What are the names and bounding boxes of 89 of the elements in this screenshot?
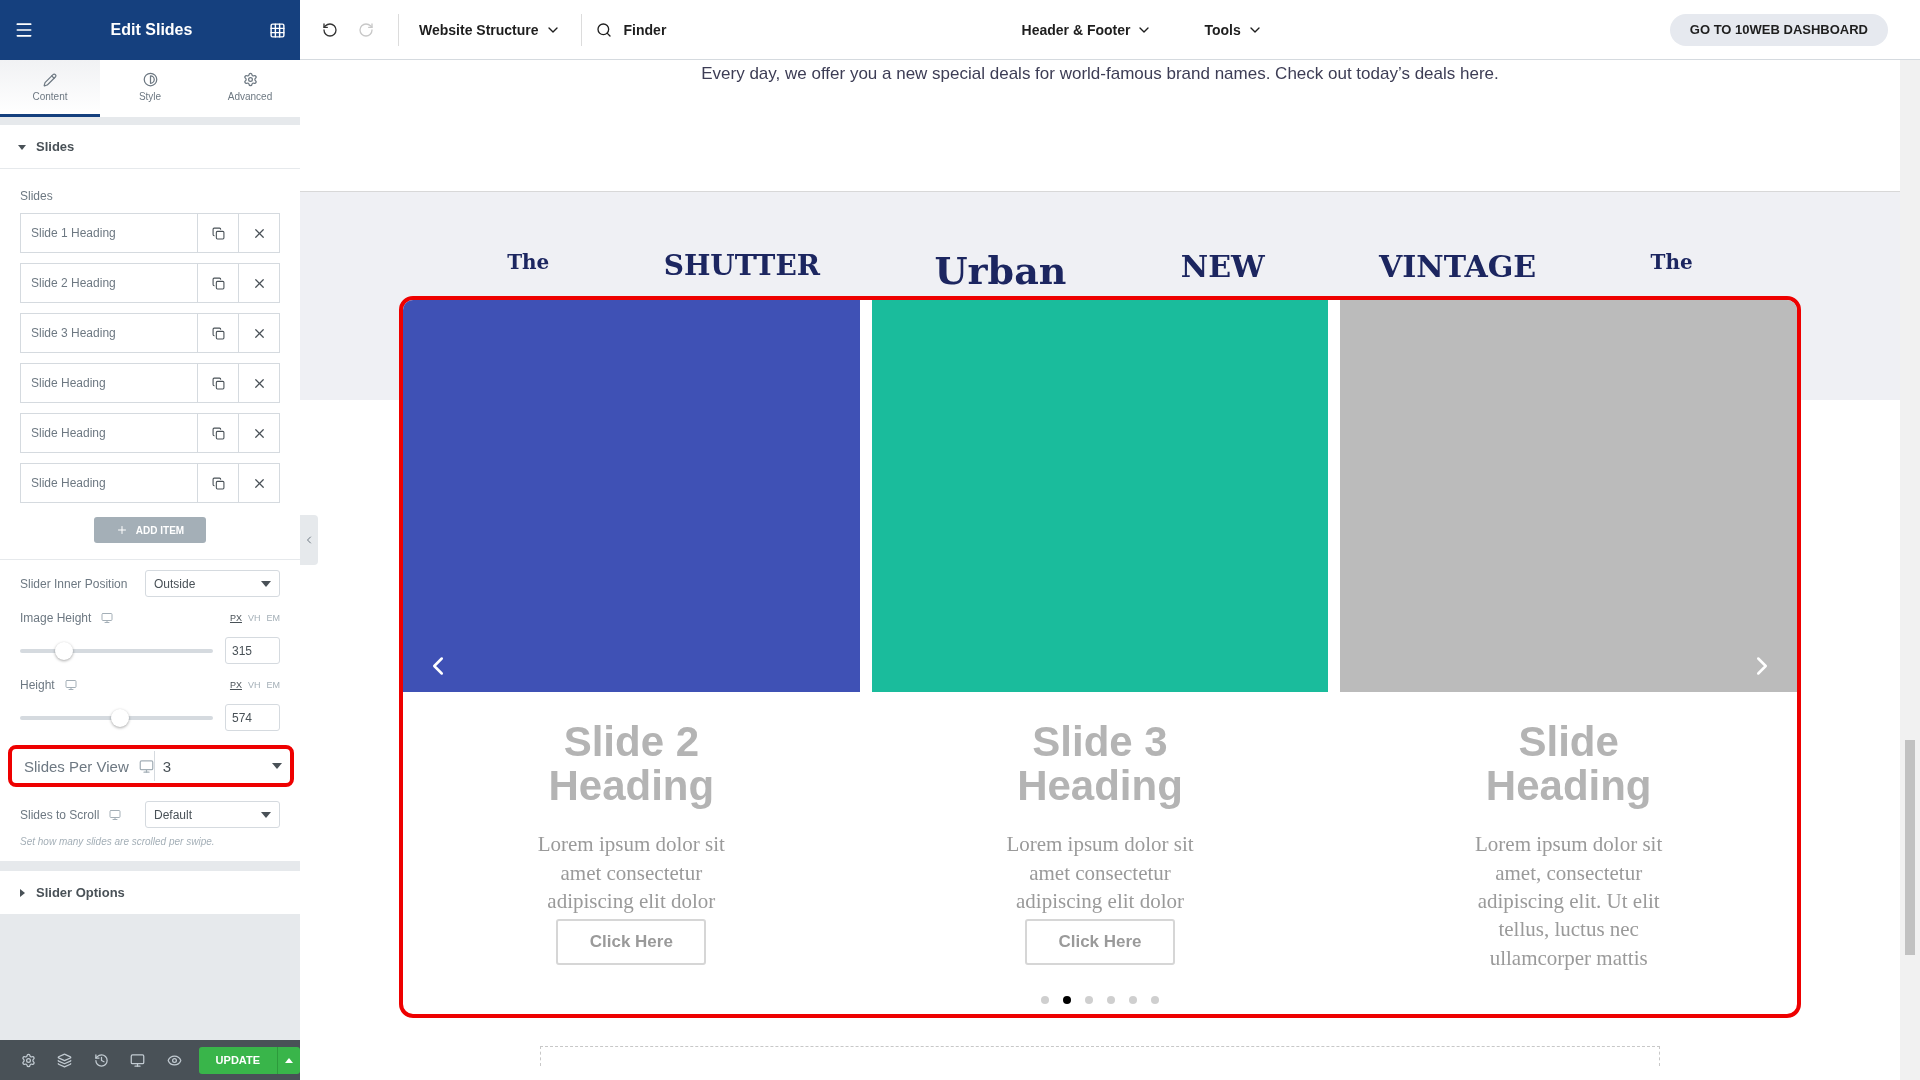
control-label: Slides Per View bbox=[24, 757, 129, 775]
monitor-icon bbox=[109, 808, 122, 821]
search-icon bbox=[595, 21, 612, 38]
repeater-item[interactable]: Slide Heading bbox=[20, 413, 280, 453]
caret-icon bbox=[261, 811, 271, 818]
dashboard-button[interactable]: GO TO 10WEB DASHBOARD bbox=[1669, 13, 1888, 46]
copy-icon bbox=[211, 276, 225, 290]
plus-icon bbox=[115, 524, 128, 536]
pagination-dot[interactable] bbox=[1041, 996, 1049, 1004]
item-title: Slide 1 Heading bbox=[30, 225, 117, 242]
redo-icon bbox=[358, 21, 374, 38]
scrollbar[interactable] bbox=[1900, 60, 1920, 1080]
history-icon bbox=[93, 1052, 109, 1068]
slide-button[interactable]: Click Here bbox=[1025, 919, 1175, 966]
contrast-icon bbox=[142, 72, 158, 87]
repeater-item[interactable]: Slide 2 Heading bbox=[20, 263, 280, 303]
item-title: Slide Heading bbox=[30, 375, 107, 392]
brand-logo: The bbox=[507, 252, 550, 272]
website-structure-menu[interactable]: Website Structure bbox=[413, 20, 567, 39]
settings-icon bbox=[242, 72, 258, 87]
caret-icon bbox=[272, 763, 282, 769]
grid-icon[interactable] bbox=[269, 21, 286, 39]
control-label: Slider Inner Position bbox=[20, 576, 128, 591]
caret-icon bbox=[18, 142, 26, 151]
panel-title: Edit Slides bbox=[110, 21, 193, 39]
copy-icon bbox=[211, 426, 225, 440]
monitor-icon bbox=[64, 679, 77, 691]
slide-heading: Slide 2 Heading bbox=[547, 720, 716, 809]
slide-heading: Slide 3 Heading bbox=[1016, 720, 1184, 809]
brand-logo: NEW bbox=[1180, 252, 1265, 282]
pagination-dot[interactable] bbox=[1085, 996, 1093, 1004]
menu-icon[interactable] bbox=[14, 20, 34, 40]
unit-option[interactable]: PX bbox=[229, 680, 242, 690]
brand-logo: The bbox=[1650, 252, 1693, 272]
pagination-dot[interactable] bbox=[1107, 996, 1115, 1004]
help-text: Set how many slides are scrolled per swipe. bbox=[20, 836, 216, 847]
intro-text: Every day, we offer you a new special deals for world-famous brand names. Check out today’s deals here. bbox=[701, 64, 1499, 83]
control-label: Slides to Scroll bbox=[20, 807, 100, 822]
slider-handle[interactable] bbox=[55, 641, 74, 660]
slide-button[interactable]: Click Here bbox=[556, 919, 707, 966]
caret-icon bbox=[285, 1057, 294, 1063]
pagination-dot[interactable] bbox=[1063, 996, 1071, 1004]
monitor-icon bbox=[130, 1052, 146, 1068]
top-menu[interactable]: Header & Footer bbox=[1015, 20, 1159, 39]
item-title: Slide Heading bbox=[30, 475, 107, 492]
slide-text: Lorem ipsum dolor sit amet consectetur adipiscing elit dolor bbox=[536, 831, 726, 915]
select-field[interactable]: Default bbox=[145, 801, 280, 828]
save-options-button[interactable] bbox=[277, 1046, 300, 1074]
panel-tab[interactable]: Content bbox=[0, 60, 100, 117]
caret-icon bbox=[261, 580, 271, 587]
repeater-item[interactable]: Slide 1 Heading bbox=[20, 213, 280, 253]
undo-icon bbox=[322, 21, 338, 38]
slide-heading: Slide Heading bbox=[1484, 720, 1653, 809]
copy-icon bbox=[211, 376, 225, 390]
pencil-icon bbox=[43, 72, 57, 87]
slider-handle[interactable] bbox=[111, 708, 130, 727]
field-label: Slides bbox=[19, 188, 54, 205]
update-button[interactable]: UPDATE bbox=[198, 1046, 278, 1074]
copy-icon bbox=[211, 476, 225, 490]
number-field[interactable]: 315 bbox=[225, 637, 280, 664]
slide-text: Lorem ipsum dolor sit amet, consectetur adipiscing elit. Ut elit tellus, luctus nec ullamcorper mattis bbox=[1474, 831, 1664, 972]
item-title: Slide Heading bbox=[30, 425, 107, 442]
brand-logo: VINTAGE bbox=[1379, 252, 1537, 282]
item-title: Slide 2 Heading bbox=[30, 275, 117, 292]
pagination-dot[interactable] bbox=[1129, 996, 1137, 1004]
layers-icon bbox=[57, 1052, 73, 1068]
select-field[interactable]: 3 bbox=[153, 751, 290, 781]
brand-logo: SHUTTER bbox=[663, 252, 821, 280]
item-title: Slide 3 Heading bbox=[30, 325, 117, 342]
slide-text: Lorem ipsum dolor sit amet consectetur adipiscing elit dolor bbox=[1005, 831, 1195, 915]
settings-icon bbox=[20, 1052, 36, 1068]
number-field[interactable]: 574 bbox=[225, 704, 280, 731]
copy-icon bbox=[211, 226, 225, 240]
control-label: Height bbox=[20, 678, 55, 692]
unit-option[interactable]: PX bbox=[229, 613, 242, 623]
brand-logo: Urban bbox=[934, 252, 1067, 290]
monitor-icon bbox=[101, 612, 114, 624]
control-label: Image Height bbox=[20, 611, 92, 625]
select-field[interactable]: Outside bbox=[145, 570, 280, 597]
monitor-icon bbox=[138, 758, 154, 774]
caret-icon bbox=[18, 888, 26, 897]
finder-search[interactable]: Finder bbox=[623, 21, 667, 38]
copy-icon bbox=[211, 326, 225, 340]
top-menu[interactable]: Tools bbox=[1198, 20, 1269, 39]
pagination-dot[interactable] bbox=[1151, 996, 1159, 1004]
eye-icon bbox=[166, 1052, 182, 1068]
repeater-item[interactable]: Slide Heading bbox=[20, 463, 280, 503]
repeater-item[interactable]: Slide Heading bbox=[20, 363, 280, 403]
repeater-item[interactable]: Slide 3 Heading bbox=[20, 313, 280, 353]
